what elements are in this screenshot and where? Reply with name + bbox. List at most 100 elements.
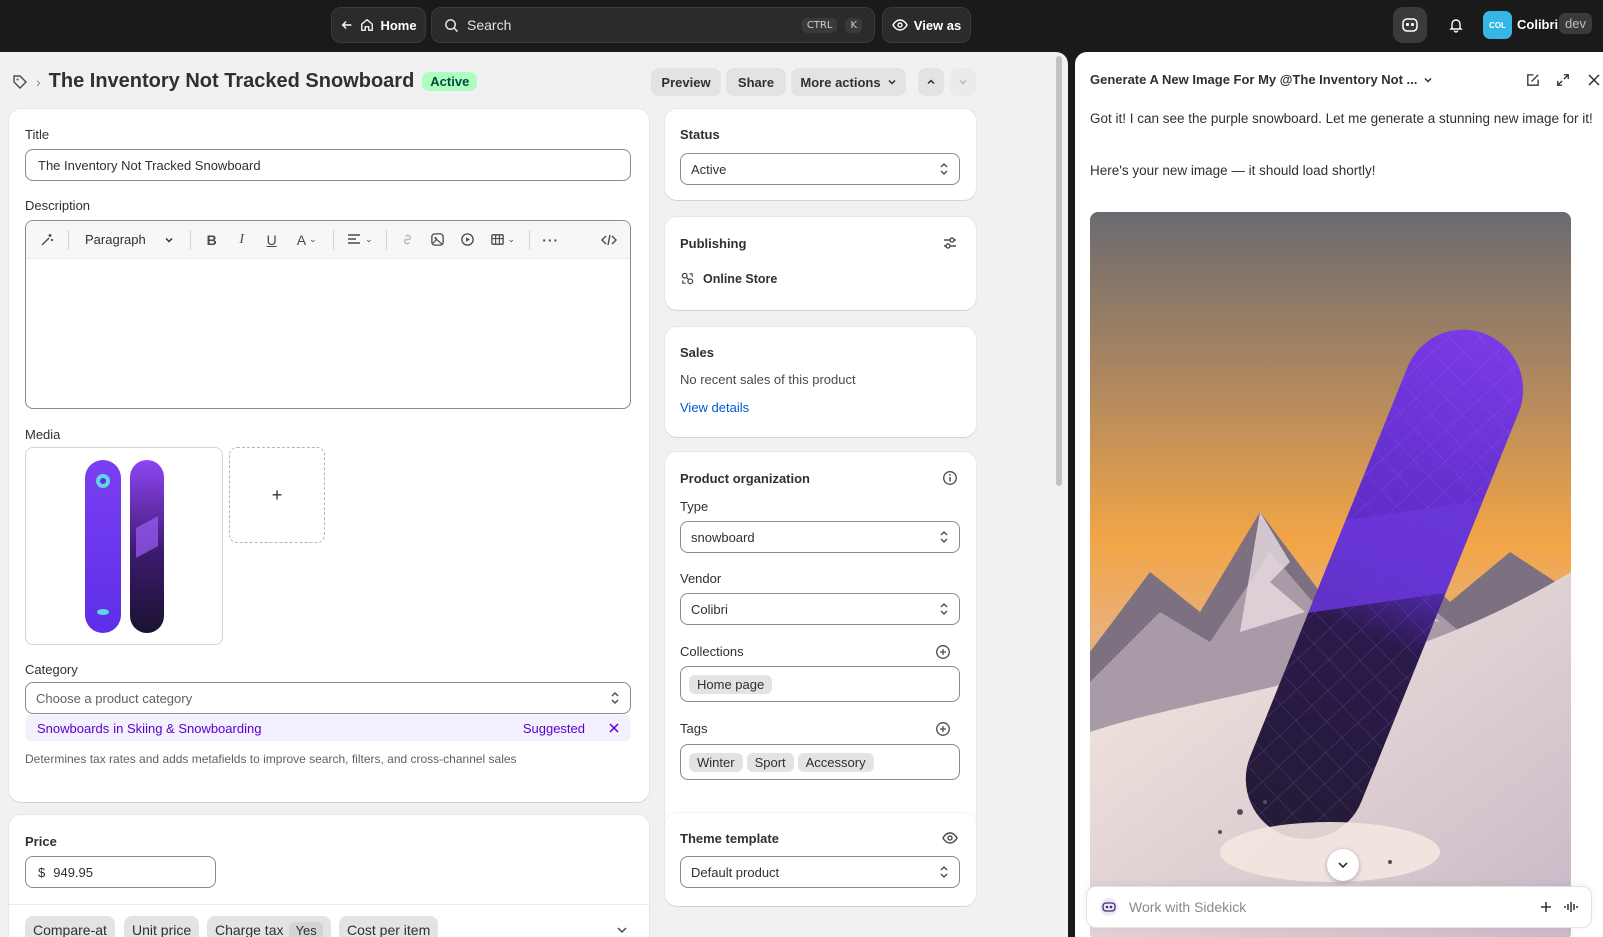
charge-tax-button[interactable]: Charge tax Yes (207, 916, 331, 937)
view-details-link[interactable]: View details (680, 400, 749, 415)
vendor-select[interactable]: Colibri (680, 593, 960, 625)
breadcrumb-chevron-icon: › (36, 73, 41, 90)
add-tag-icon[interactable] (935, 721, 951, 737)
category-suggestion[interactable]: Snowboards in Skiing & Snowboarding Sugg… (25, 715, 631, 741)
collections-field[interactable]: Home page (680, 666, 960, 702)
close-icon[interactable] (1584, 70, 1603, 90)
media-thumbnail[interactable] (25, 447, 223, 645)
description-editor[interactable]: Paragraph B I U A ⌄ ⌄ ⌄ ··· (25, 220, 631, 409)
more-actions-button[interactable]: More actions (791, 68, 906, 96)
vendor-label: Vendor (680, 571, 722, 586)
status-select[interactable]: Active (680, 153, 960, 185)
add-media-button[interactable]: + (229, 447, 325, 543)
main-scrollbar[interactable] (1056, 56, 1062, 486)
compare-at-button[interactable]: Compare-at (25, 916, 115, 937)
eye-icon[interactable] (942, 830, 958, 846)
add-media-plus: + (271, 484, 283, 505)
sidekick-icon (1402, 18, 1418, 32)
dismiss-suggestion-icon[interactable] (609, 723, 619, 733)
suggested-category-path: in Skiing & Snowboarding (113, 720, 262, 736)
text-color-icon[interactable]: A ⌄ (289, 227, 325, 253)
price-value: 949.95 (53, 864, 93, 880)
env-badge: dev (1559, 13, 1592, 34)
status-label: Status (680, 127, 720, 142)
tag-chip[interactable]: Sport (746, 752, 794, 772)
tag-chip[interactable]: Accessory (797, 752, 874, 772)
type-select[interactable]: snowboard (680, 521, 960, 553)
info-icon[interactable] (942, 470, 958, 486)
unit-price-button[interactable]: Unit price (124, 916, 200, 937)
composer-placeholder: Work with Sidekick (1129, 899, 1247, 915)
compare-at-label: Compare-at (33, 922, 107, 937)
store-name[interactable]: Colibri (1517, 17, 1558, 32)
add-collection-icon[interactable] (935, 644, 951, 660)
table-icon[interactable]: ⌄ (485, 227, 521, 253)
status-badge: Active (422, 72, 478, 91)
chevron-down-icon (165, 237, 173, 243)
search-input[interactable]: Search CTRL K (431, 7, 875, 43)
search-placeholder: Search (467, 17, 512, 33)
scroll-to-bottom-button[interactable] (1327, 849, 1359, 881)
collections-label: Collections (680, 644, 744, 659)
sidekick-composer-input[interactable]: Work with Sidekick (1086, 886, 1592, 928)
pricing-divider (9, 904, 649, 905)
share-button[interactable]: Share (726, 68, 786, 96)
code-view-icon[interactable] (596, 227, 622, 253)
magic-icon[interactable] (34, 227, 60, 253)
generated-image[interactable] (1090, 212, 1571, 937)
charge-tax-label: Charge tax (215, 922, 284, 937)
toolbar-divider (332, 229, 334, 250)
underline-icon[interactable]: U (259, 227, 285, 253)
notifications-button[interactable] (1443, 12, 1469, 38)
cost-per-item-button[interactable]: Cost per item (339, 916, 439, 937)
unit-price-label: Unit price (132, 922, 192, 937)
italic-icon[interactable]: I (229, 227, 255, 253)
sidekick-toggle-button[interactable] (1393, 7, 1427, 43)
next-product-button[interactable] (950, 68, 976, 96)
store-avatar[interactable]: COL (1483, 11, 1512, 39)
select-chevron-icon (940, 163, 948, 175)
channel-online-store[interactable]: Online Store (680, 271, 777, 286)
chevron-down-icon (1338, 862, 1348, 869)
product-tag-icon[interactable] (12, 74, 28, 90)
price-input[interactable]: $ 949.95 (25, 856, 216, 888)
expand-icon[interactable] (1553, 70, 1573, 90)
tag-chip[interactable]: Winter (689, 752, 743, 772)
paragraph-style-select[interactable]: Paragraph (77, 232, 182, 247)
home-button[interactable]: Home (331, 7, 426, 43)
theme-template-select[interactable]: Default product (680, 856, 960, 888)
previous-product-button[interactable] (918, 68, 944, 96)
chevron-down-icon (888, 79, 896, 85)
align-icon[interactable]: ⌄ (342, 227, 378, 253)
charge-tax-value: Yes (289, 921, 323, 937)
bell-icon (1449, 19, 1463, 33)
eye-icon (891, 19, 908, 31)
snowboard-product-image (85, 460, 164, 633)
view-as-button[interactable]: View as (882, 7, 971, 43)
category-select[interactable]: Choose a product category (25, 682, 631, 714)
image-icon[interactable] (425, 227, 451, 253)
editor-toolbar: Paragraph B I U A ⌄ ⌄ ⌄ ··· (26, 221, 630, 259)
bold-icon[interactable]: B (199, 227, 225, 253)
sales-text: No recent sales of this product (680, 372, 856, 387)
plus-icon[interactable] (1539, 900, 1553, 914)
video-icon[interactable] (455, 227, 481, 253)
sales-label: Sales (680, 345, 714, 360)
category-help-text: Determines tax rates and adds metafields… (25, 752, 517, 766)
tags-label: Tags (680, 721, 708, 736)
sliders-icon[interactable] (942, 235, 958, 251)
new-chat-icon[interactable] (1522, 70, 1542, 90)
chevron-up-icon (927, 79, 935, 85)
preview-button[interactable]: Preview (651, 68, 721, 96)
link-icon[interactable] (395, 227, 421, 253)
collection-tag[interactable]: Home page (689, 674, 773, 694)
tags-field[interactable]: Winter Sport Accessory (680, 744, 960, 780)
page-header: › The Inventory Not Tracked Snowboard Ac… (12, 70, 478, 93)
voice-icon[interactable] (1563, 900, 1579, 914)
title-input[interactable]: The Inventory Not Tracked Snowboard (25, 149, 631, 181)
more-tools-icon[interactable]: ··· (538, 227, 564, 253)
organization-label: Product organization (680, 471, 810, 486)
expand-pricing-chevron-icon[interactable] (616, 925, 628, 935)
sidekick-conversation-title[interactable]: Generate A New Image For My @The Invento… (1090, 72, 1433, 87)
share-label: Share (737, 74, 775, 90)
